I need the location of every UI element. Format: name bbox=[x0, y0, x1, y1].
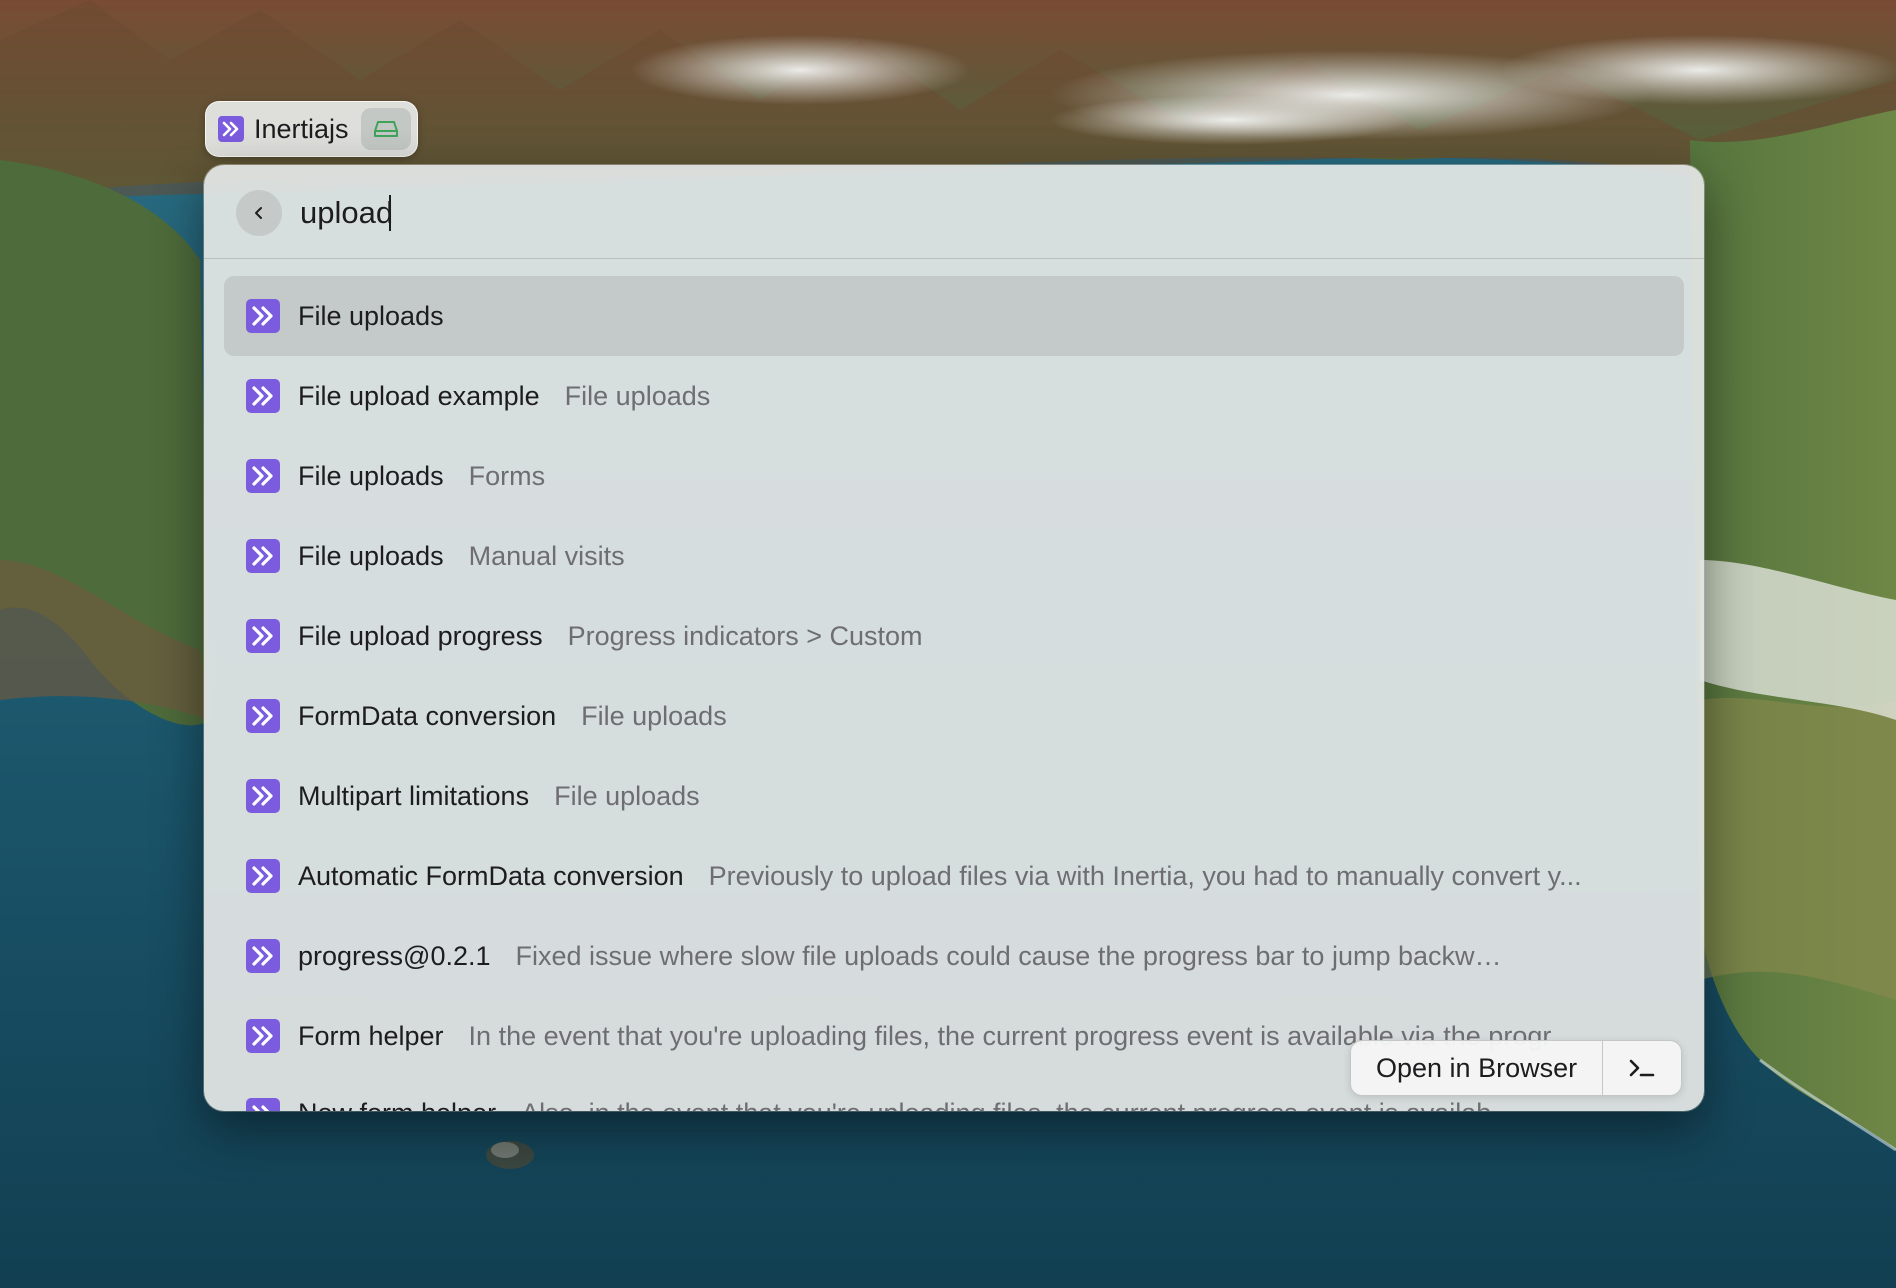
inertia-logo-icon bbox=[246, 699, 280, 733]
result-subtitle: File uploads bbox=[564, 380, 711, 411]
result-item[interactable]: Multipart limitations File uploads bbox=[224, 756, 1684, 836]
result-title: File upload progress bbox=[298, 620, 543, 651]
results-list: File uploads File upload example File up… bbox=[224, 276, 1684, 1111]
result-title: Multipart limitations bbox=[298, 780, 530, 811]
open-in-browser-button[interactable]: Open in Browser bbox=[1351, 1041, 1604, 1095]
terminal-prompt-icon bbox=[1629, 1059, 1655, 1077]
terminal-prompt-button[interactable] bbox=[1603, 1041, 1681, 1095]
result-title: Automatic FormData conversion bbox=[298, 860, 684, 891]
result-title: progress@0.2.1 bbox=[298, 940, 491, 971]
result-subtitle: File uploads bbox=[581, 700, 727, 731]
search-bar bbox=[204, 165, 1704, 259]
result-subtitle: Forms bbox=[468, 460, 546, 491]
command-palette: File uploads File upload example File up… bbox=[204, 165, 1704, 1111]
inertia-logo-icon bbox=[246, 859, 280, 893]
result-title: FormData conversion bbox=[298, 700, 557, 731]
result-item[interactable]: File uploads Forms bbox=[224, 436, 1684, 516]
result-title: File uploads bbox=[298, 300, 444, 331]
result-item[interactable]: progress@0.2.1 Fixed issue where slow fi… bbox=[224, 916, 1684, 996]
inertia-logo-icon bbox=[246, 619, 280, 653]
inertia-logo-icon bbox=[246, 379, 280, 413]
result-item[interactable]: File upload example File uploads bbox=[224, 356, 1684, 436]
result-item[interactable]: Automatic FormData conversion Previously… bbox=[224, 836, 1684, 916]
inertia-logo-icon bbox=[246, 1098, 280, 1111]
result-subtitle: Manual visits bbox=[468, 540, 625, 571]
inertia-logo-icon bbox=[246, 539, 280, 573]
result-subtitle: Fixed issue where slow file uploads coul… bbox=[515, 940, 1516, 971]
search-input[interactable] bbox=[300, 185, 1600, 241]
inertia-logo-icon bbox=[246, 939, 280, 973]
result-subtitle: Progress indicators > Custom bbox=[567, 620, 923, 651]
inertia-logo-icon bbox=[246, 1019, 280, 1053]
back-button[interactable] bbox=[236, 190, 282, 236]
result-subtitle: File uploads bbox=[554, 780, 700, 811]
inertia-logo-icon bbox=[246, 779, 280, 813]
result-title: File uploads bbox=[298, 540, 444, 571]
action-bar: Open in Browser bbox=[1350, 1040, 1683, 1096]
result-item[interactable]: File uploads bbox=[224, 276, 1684, 356]
result-subtitle: Also, in the event that you're uploading… bbox=[521, 1098, 1521, 1111]
keyword-hard-drive-icon[interactable] bbox=[360, 108, 411, 150]
result-title: New form helper bbox=[298, 1098, 496, 1111]
source-label: Inertiajs bbox=[254, 113, 349, 144]
source-chip[interactable]: Inertiajs bbox=[205, 101, 418, 157]
result-item[interactable]: FormData conversion File uploads bbox=[224, 676, 1684, 756]
inertia-logo-icon bbox=[246, 299, 280, 333]
result-title: File upload example bbox=[298, 380, 540, 411]
text-caret bbox=[389, 195, 391, 231]
result-subtitle: Previously to upload files via with Iner… bbox=[708, 860, 1582, 891]
result-title: Form helper bbox=[298, 1020, 444, 1051]
result-item[interactable]: File uploads Manual visits bbox=[224, 516, 1684, 596]
inertia-logo-icon bbox=[218, 116, 244, 142]
result-title: File uploads bbox=[298, 460, 444, 491]
inertia-logo-icon bbox=[246, 459, 280, 493]
result-item[interactable]: File upload progress Progress indicators… bbox=[224, 596, 1684, 676]
chevron-left-icon bbox=[255, 207, 262, 219]
